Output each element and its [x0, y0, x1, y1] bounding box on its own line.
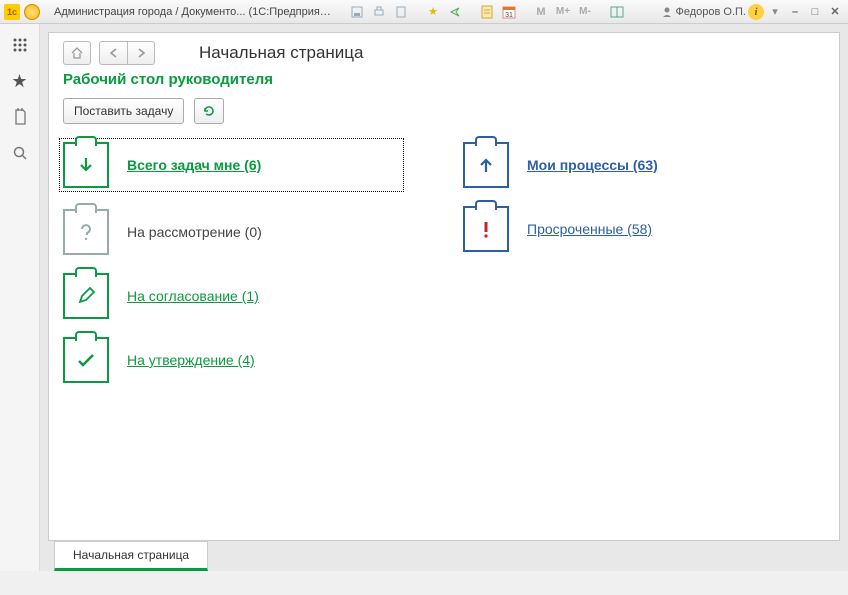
window-title: Администрация города / Документо... (1С:…	[54, 6, 334, 18]
window-close-button[interactable]: ✕	[826, 4, 844, 20]
toolbar-m-plus-icon[interactable]: M+	[554, 4, 572, 20]
arrow-up-icon	[463, 142, 509, 188]
dashboard-tile[interactable]: Всего задач мне (6)	[60, 139, 403, 191]
tile-label[interactable]: Всего задач мне (6)	[127, 157, 261, 173]
bottom-tabstrip: Начальная страница	[48, 541, 840, 571]
pencil-icon	[63, 273, 109, 319]
question-icon	[63, 209, 109, 255]
app-logo-1c: 1c	[4, 4, 20, 20]
check-icon	[63, 337, 109, 383]
left-sidebar: ★	[0, 24, 40, 571]
sidebar-apps-icon[interactable]	[9, 34, 31, 56]
window-minimize-button[interactable]: –	[786, 4, 804, 20]
toolbar-m-icon[interactable]: M	[532, 4, 550, 20]
toolbar-panel-icon[interactable]	[608, 4, 626, 20]
toolbar-print-icon[interactable]	[370, 4, 388, 20]
nav-forward-button[interactable]	[127, 41, 155, 65]
page-title: Начальная страница	[199, 43, 364, 63]
tile-label[interactable]: На согласование (1)	[127, 288, 259, 304]
toolbar-save-icon[interactable]	[348, 4, 366, 20]
toolbar-m-minus-icon[interactable]: M-	[576, 4, 594, 20]
tile-label[interactable]: Мои процессы (63)	[527, 157, 658, 173]
smile-icon	[24, 4, 40, 20]
tab-start-page[interactable]: Начальная страница	[54, 541, 208, 571]
toolbar-share-icon[interactable]	[446, 4, 464, 20]
dashboard-right-column: Мои процессы (63) Просроченные (58)	[463, 142, 803, 401]
info-dropdown-icon[interactable]: ▾	[766, 4, 784, 20]
sidebar-star-icon[interactable]: ★	[9, 70, 31, 92]
nav-back-button[interactable]	[99, 41, 127, 65]
user-name: Федоров О.П.	[676, 6, 747, 18]
post-task-label: Поставить задачу	[74, 104, 173, 118]
window-maximize-button[interactable]: □	[806, 4, 824, 20]
dashboard-left-column: Всего задач мне (6) На рассмотрение (0) На…	[63, 142, 403, 401]
window-titlebar: 1c Администрация города / Документо... (…	[0, 0, 848, 24]
dashboard-tile[interactable]: Просроченные (58)	[463, 206, 803, 252]
svg-text:31: 31	[505, 12, 513, 19]
user-indicator[interactable]: Федоров О.П.	[661, 6, 747, 18]
info-icon[interactable]: i	[748, 4, 764, 20]
toolbar-calendar-icon[interactable]: 31	[500, 4, 518, 20]
exclaim-icon	[463, 206, 509, 252]
refresh-button[interactable]	[194, 98, 224, 124]
tile-label[interactable]: На утверждение (4)	[127, 352, 255, 368]
dashboard-tile[interactable]: На рассмотрение (0)	[63, 209, 403, 255]
tab-label: Начальная страница	[73, 548, 189, 562]
arrow-down-icon	[63, 142, 109, 188]
sidebar-search-icon[interactable]	[9, 142, 31, 164]
post-task-button[interactable]: Поставить задачу	[63, 98, 184, 124]
user-icon	[661, 6, 673, 18]
section-title: Рабочий стол руководителя	[63, 71, 825, 88]
sidebar-history-icon[interactable]	[9, 106, 31, 128]
dashboard-tile[interactable]: На согласование (1)	[63, 273, 403, 319]
tile-label: На рассмотрение (0)	[127, 224, 262, 240]
toolbar-calc-icon[interactable]	[478, 4, 496, 20]
main-panel: Начальная страница Рабочий стол руководи…	[48, 32, 840, 541]
toolbar-doc-icon[interactable]	[392, 4, 410, 20]
tile-label[interactable]: Просроченные (58)	[527, 221, 652, 237]
nav-home-button[interactable]	[63, 41, 91, 65]
dashboard-tile[interactable]: На утверждение (4)	[63, 337, 403, 383]
dashboard-tile[interactable]: Мои процессы (63)	[463, 142, 803, 188]
toolbar-star-icon[interactable]: ★	[424, 4, 442, 20]
